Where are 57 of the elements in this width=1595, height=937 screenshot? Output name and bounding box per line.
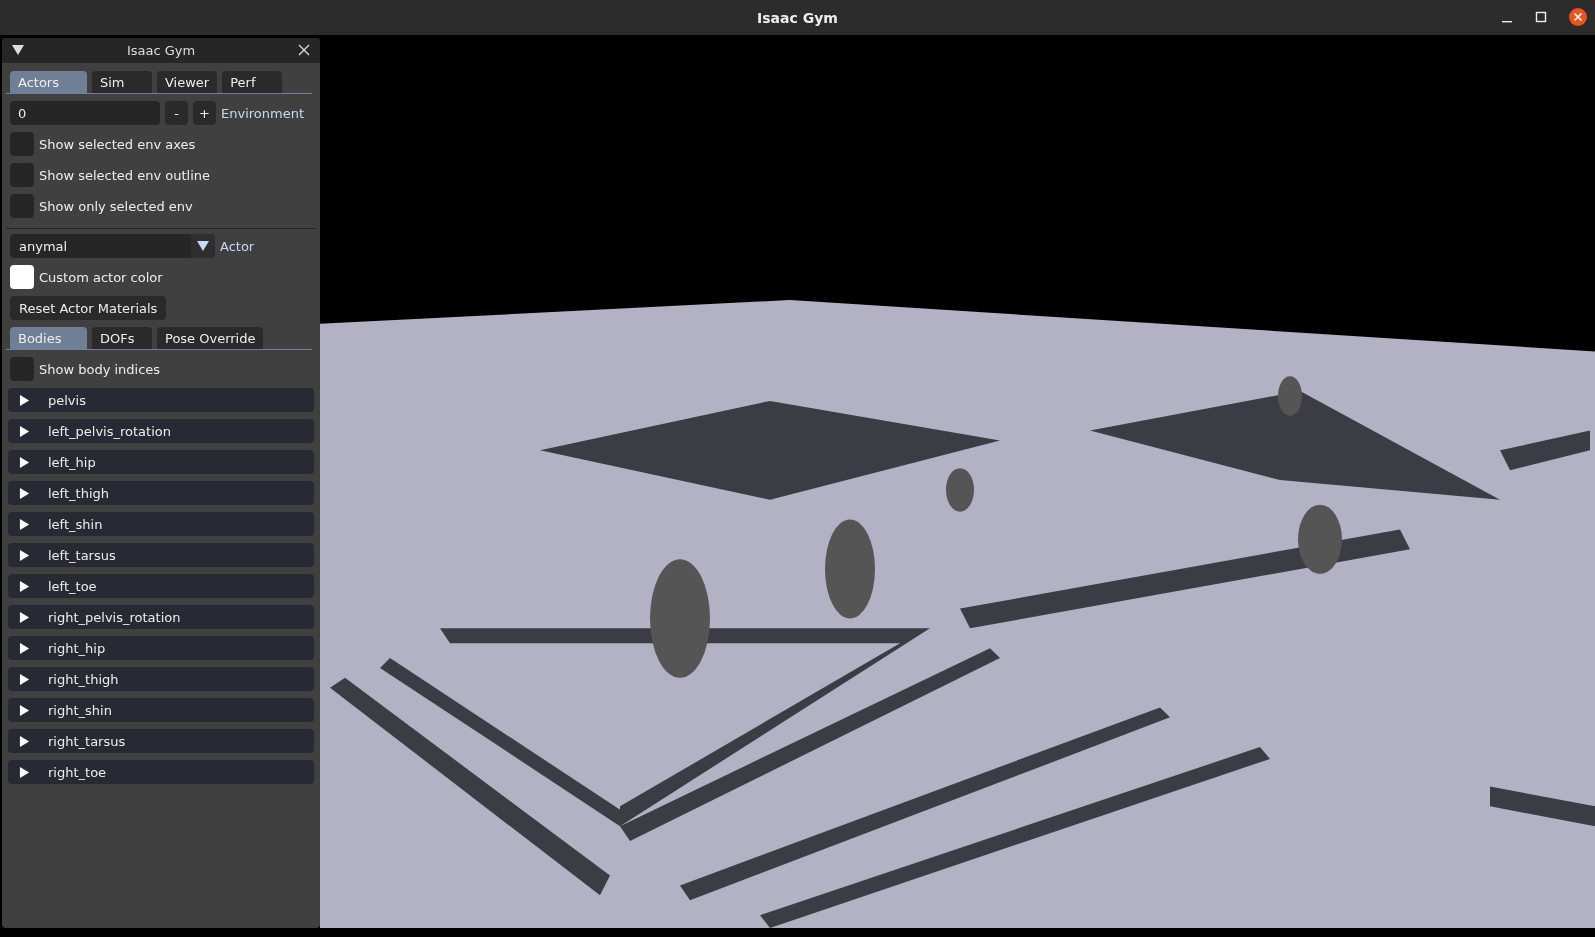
tree-item[interactable]: left_hip <box>8 450 314 474</box>
reset-button[interactable]: Reset Actor Materials <box>10 296 167 320</box>
right-triangle-icon <box>19 549 30 561</box>
checkbox-label: Show selected env axes <box>39 136 196 152</box>
field-label: Actor <box>220 238 255 254</box>
environment-field[interactable]: 0 <box>10 101 160 125</box>
tree-item[interactable]: right_shin <box>8 698 314 722</box>
tree-item[interactable]: left_thigh <box>8 481 314 505</box>
checkbox-label: Show body indices <box>39 361 161 377</box>
tab[interactable]: Perf <box>222 71 283 93</box>
right-triangle-icon <box>19 456 30 468</box>
close-icon[interactable] <box>298 44 310 56</box>
tree-item[interactable]: right_pelvis_rotation <box>8 605 314 629</box>
checkbox[interactable] <box>10 132 34 156</box>
right-triangle-icon <box>19 580 30 592</box>
increment-button[interactable]: + <box>193 101 216 125</box>
window-title: Isaac Gym <box>757 9 838 26</box>
right-triangle-icon <box>19 704 30 716</box>
right-triangle-icon <box>19 518 30 530</box>
checkbox[interactable] <box>10 357 34 381</box>
tree-item[interactable]: left_shin <box>8 512 314 536</box>
collapse-triangle-icon[interactable] <box>12 45 24 55</box>
tree-item[interactable]: right_tarsus <box>8 729 314 753</box>
tab[interactable]: Actors <box>10 71 87 93</box>
checkbox-label: Show only selected env <box>39 198 193 214</box>
dropdown-arrow-icon <box>197 241 209 251</box>
color-swatch[interactable] <box>10 265 34 289</box>
field-label: Environment <box>221 105 304 121</box>
checkbox[interactable] <box>10 194 34 218</box>
tree-item[interactable]: right_thigh <box>8 667 314 691</box>
tab[interactable]: Pose Override <box>157 327 264 349</box>
tree-item[interactable]: left_tarsus <box>8 543 314 567</box>
tab[interactable]: Bodies <box>10 327 87 349</box>
close-icon[interactable] <box>1569 8 1587 26</box>
tree-item[interactable]: left_pelvis_rotation <box>8 419 314 443</box>
right-triangle-icon <box>19 735 30 747</box>
actor-dropdown[interactable]: anymal <box>10 234 215 258</box>
right-triangle-icon <box>19 766 30 778</box>
tree-item[interactable]: right_hip <box>8 636 314 660</box>
right-triangle-icon <box>19 673 30 685</box>
checkbox-label: Show selected env outline <box>39 167 211 183</box>
checkbox[interactable] <box>10 163 34 187</box>
right-triangle-icon <box>19 642 30 654</box>
tab[interactable]: Viewer <box>157 71 218 93</box>
panel-title: Isaac Gym <box>126 43 196 58</box>
swatch-label: Custom actor color <box>39 269 163 285</box>
right-triangle-icon <box>19 611 30 623</box>
tab[interactable]: DOFs <box>92 327 152 349</box>
tree-item[interactable]: left_toe <box>8 574 314 598</box>
tab[interactable]: Sim <box>92 71 152 93</box>
right-triangle-icon <box>19 487 30 499</box>
tree-item[interactable]: right_toe <box>8 760 314 784</box>
right-triangle-icon <box>19 425 30 437</box>
decrement-button[interactable]: - <box>165 101 188 125</box>
right-triangle-icon <box>19 394 30 406</box>
tree-item[interactable]: pelvis <box>8 388 314 412</box>
maximize-icon[interactable] <box>1535 11 1547 23</box>
